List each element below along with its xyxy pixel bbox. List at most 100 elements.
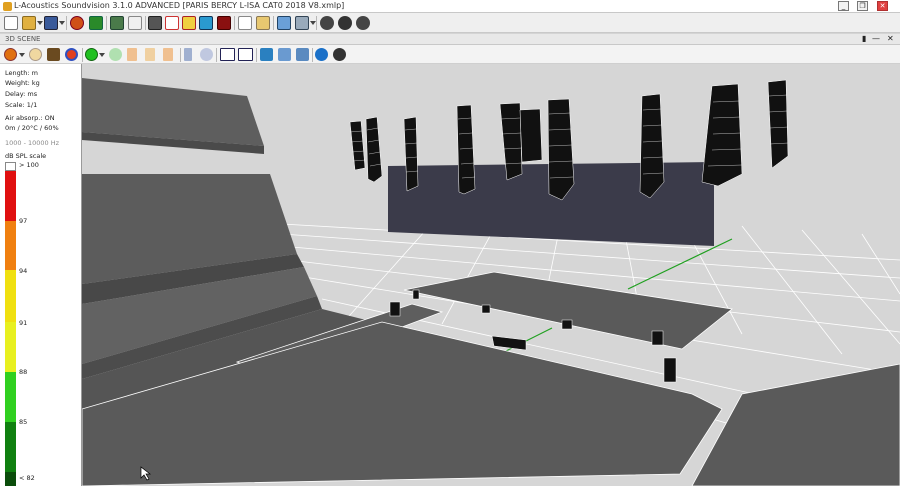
toolbar-separator bbox=[66, 16, 67, 30]
align-icon[interactable] bbox=[277, 16, 291, 30]
3d-viewport[interactable] bbox=[82, 64, 900, 486]
spl-scale-bar-darkgreen bbox=[5, 422, 16, 472]
spl-scale-title: dB SPL scale bbox=[5, 152, 47, 160]
tree-icon[interactable] bbox=[127, 48, 137, 61]
open-dropdown-icon[interactable] bbox=[37, 21, 43, 25]
floor-speaker[interactable] bbox=[651, 330, 664, 346]
box-icon[interactable] bbox=[47, 48, 60, 61]
source-icon[interactable] bbox=[70, 16, 84, 30]
floor-speaker[interactable] bbox=[389, 301, 401, 317]
spl-label: 88 bbox=[19, 368, 28, 376]
record-icon[interactable] bbox=[217, 16, 231, 30]
line-array-speaker[interactable] bbox=[547, 98, 575, 201]
air-conditions-label: 0m / 20°C / 60% bbox=[5, 124, 59, 132]
restore-button[interactable]: ❐ bbox=[857, 1, 868, 11]
help-icon[interactable] bbox=[338, 16, 352, 30]
air-absorption-label: Air absorp.: ON bbox=[5, 114, 55, 122]
spl-scale-bar-red bbox=[5, 171, 16, 221]
toolbar-separator bbox=[273, 16, 274, 30]
spl-label: 97 bbox=[19, 217, 28, 225]
panel-close-button[interactable]: ✕ bbox=[887, 34, 894, 43]
export-icon[interactable] bbox=[256, 16, 270, 30]
toolbar-separator bbox=[256, 48, 257, 62]
panel-pin-button[interactable]: ▮ bbox=[862, 34, 866, 43]
help-icon[interactable] bbox=[333, 48, 346, 61]
3d-scene-canvas[interactable] bbox=[82, 64, 900, 486]
spl-scale-bar-green bbox=[5, 372, 16, 422]
scene-toolbar bbox=[0, 45, 900, 64]
app-window: L-Acoustics Soundvision 3.1.0 ADVANCED [… bbox=[0, 0, 900, 486]
spl-scale-bar-darkest bbox=[5, 472, 16, 486]
image-icon[interactable] bbox=[110, 16, 124, 30]
color-picker-icon[interactable] bbox=[4, 48, 17, 61]
tree-alt-icon[interactable] bbox=[163, 48, 173, 61]
toolbar-separator bbox=[316, 16, 317, 30]
floor-speaker[interactable] bbox=[561, 319, 573, 330]
floor-speaker[interactable] bbox=[663, 357, 677, 383]
graph-icon[interactable] bbox=[145, 48, 155, 61]
light-icon[interactable] bbox=[29, 48, 42, 61]
spl-scale-bar-white bbox=[5, 162, 16, 171]
frame-icon[interactable] bbox=[165, 16, 179, 30]
spl-label: 85 bbox=[19, 418, 28, 426]
toolbar-separator bbox=[216, 48, 217, 62]
main-toolbar bbox=[0, 13, 900, 33]
sphere-icon[interactable] bbox=[65, 48, 78, 61]
radar-icon[interactable] bbox=[200, 48, 213, 61]
toolbar-separator bbox=[234, 16, 235, 30]
panel-minimize-button[interactable]: — bbox=[872, 34, 880, 43]
window-title: L-Acoustics Soundvision 3.1.0 ADVANCED [… bbox=[14, 1, 345, 10]
frame-spl-icon[interactable] bbox=[199, 16, 213, 30]
leaf-icon[interactable] bbox=[89, 16, 103, 30]
frequency-range-label: 1000 - 10000 Hz bbox=[5, 139, 60, 147]
spl-scale-bar-lime bbox=[5, 322, 16, 372]
scale-label: Scale: 1/1 bbox=[5, 101, 38, 109]
app-logo-icon bbox=[3, 2, 12, 11]
info-icon[interactable] bbox=[315, 48, 328, 61]
minimize-button[interactable]: _ bbox=[838, 1, 849, 11]
pillar-icon[interactable] bbox=[184, 48, 192, 61]
spl-label: 91 bbox=[19, 319, 28, 327]
toolbar-separator bbox=[82, 48, 83, 62]
save-dropdown-icon[interactable] bbox=[59, 21, 65, 25]
report-icon[interactable] bbox=[238, 16, 252, 30]
delay-unit-label: Delay: ms bbox=[5, 90, 38, 98]
frame-mapping-icon[interactable] bbox=[182, 16, 196, 30]
spl-label: 94 bbox=[19, 267, 28, 275]
length-unit-label: Length: m bbox=[5, 69, 39, 77]
walk-alt-icon[interactable] bbox=[296, 48, 309, 61]
spl-scale-bar-orange bbox=[5, 221, 16, 270]
spl-scale-bar-yellow bbox=[5, 270, 16, 322]
grid-icon[interactable] bbox=[295, 16, 309, 30]
view-section-icon[interactable] bbox=[238, 48, 253, 61]
toolbar-separator bbox=[106, 16, 107, 30]
pencil-icon[interactable] bbox=[128, 16, 142, 30]
open-folder-icon[interactable] bbox=[22, 16, 36, 30]
floor-speaker[interactable] bbox=[412, 289, 420, 300]
toolbar-separator bbox=[145, 16, 146, 30]
screenshot-icon[interactable] bbox=[260, 48, 273, 61]
spl-hidden-icon[interactable] bbox=[109, 48, 122, 61]
floor-speaker[interactable] bbox=[481, 304, 491, 314]
scene-panel-header: 3D SCENE ▮ — ✕ bbox=[0, 34, 900, 45]
walk-icon[interactable] bbox=[278, 48, 291, 61]
more-icon[interactable] bbox=[356, 16, 370, 30]
settings-icon[interactable] bbox=[320, 16, 334, 30]
close-button[interactable]: ✕ bbox=[877, 1, 888, 11]
spl-label: > 100 bbox=[19, 161, 39, 169]
info-side-panel: Length: m Weight: kg Delay: ms Scale: 1/… bbox=[0, 64, 82, 486]
color-dropdown-icon[interactable] bbox=[19, 53, 25, 57]
panel-title: 3D SCENE bbox=[5, 35, 41, 43]
spl-dropdown-icon[interactable] bbox=[99, 53, 105, 57]
save-icon[interactable] bbox=[44, 16, 58, 30]
spl-label: < 82 bbox=[19, 474, 35, 482]
toolbar-separator bbox=[180, 48, 181, 62]
title-bar: L-Acoustics Soundvision 3.1.0 ADVANCED [… bbox=[0, 0, 900, 13]
weight-unit-label: Weight: kg bbox=[5, 79, 40, 87]
toolbar-separator bbox=[312, 48, 313, 62]
new-file-icon[interactable] bbox=[4, 16, 18, 30]
spl-mode-icon[interactable] bbox=[85, 48, 98, 61]
layers-icon[interactable] bbox=[148, 16, 162, 30]
view-plan-icon[interactable] bbox=[220, 48, 235, 61]
line-array-speaker[interactable] bbox=[519, 108, 543, 163]
